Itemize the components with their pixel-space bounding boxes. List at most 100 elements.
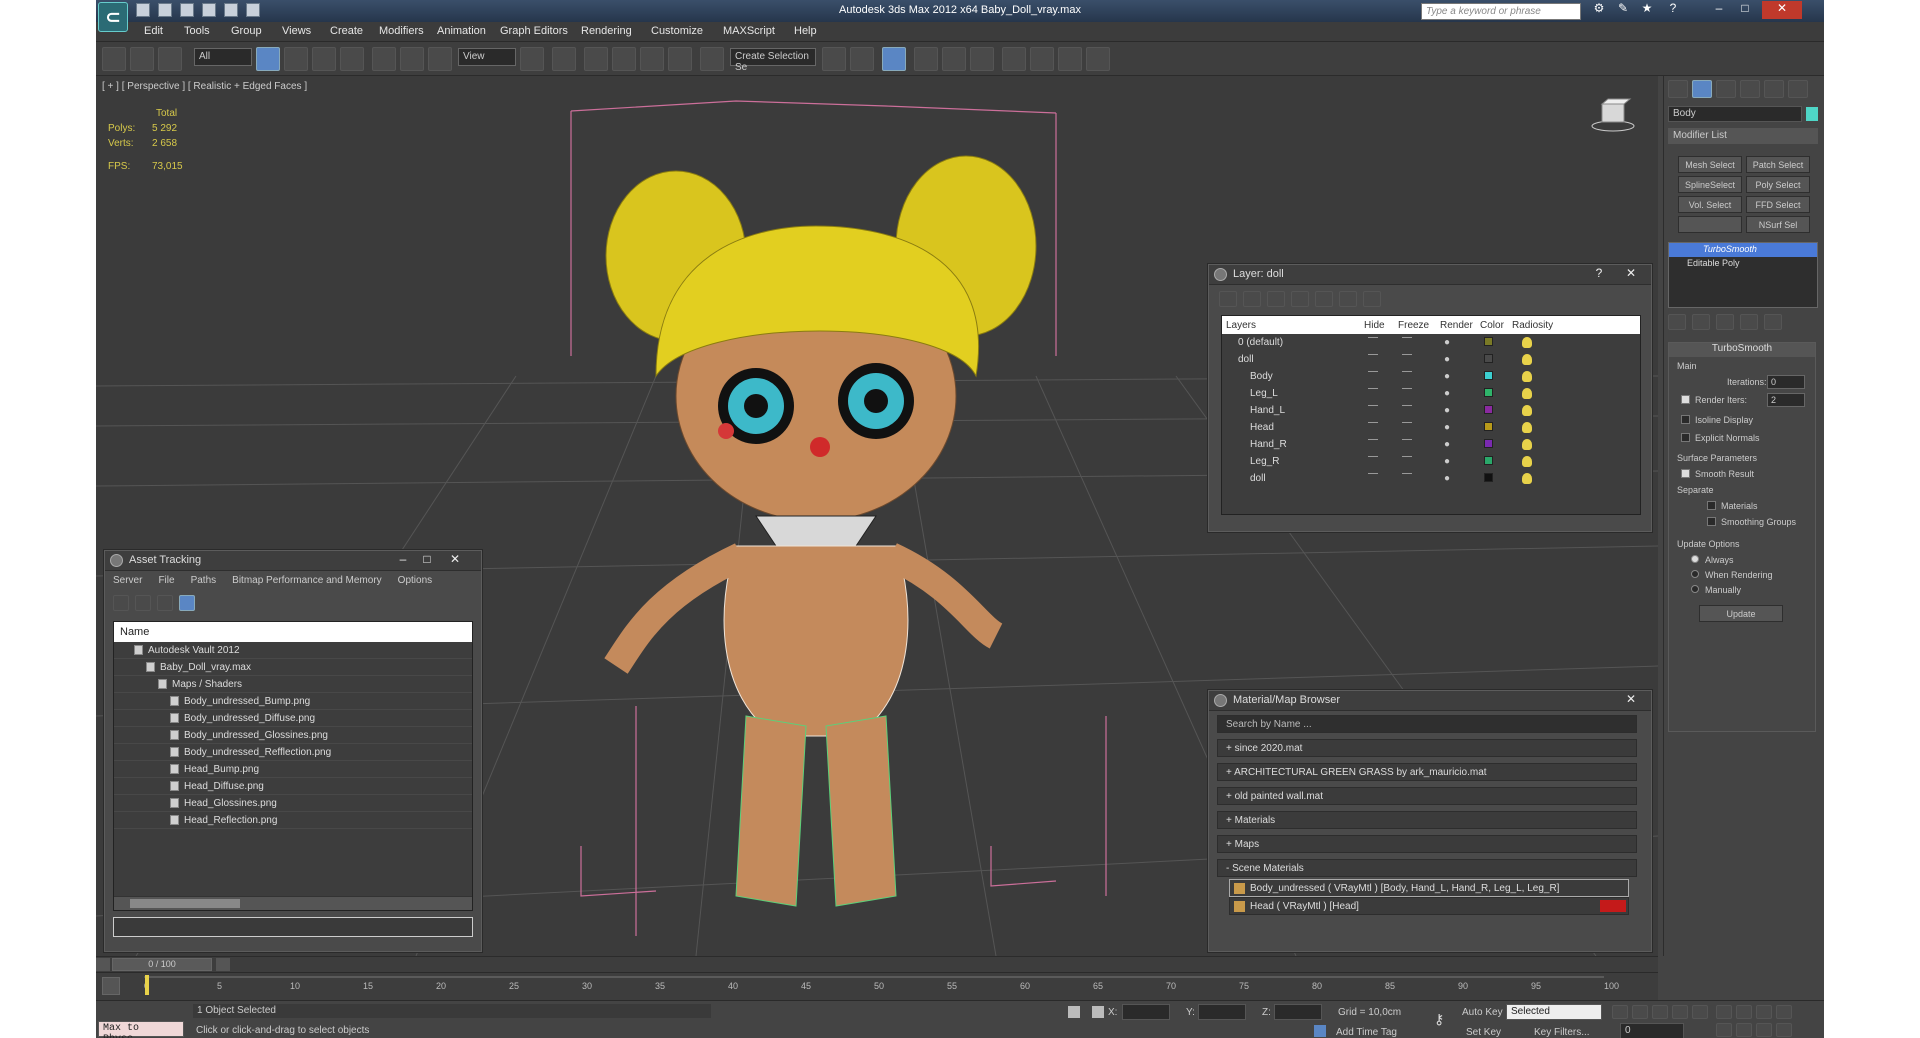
materials-group[interactable]: + Materials [1217, 811, 1637, 829]
motion-tab-icon[interactable] [1740, 80, 1760, 98]
help-icon[interactable]: ? [1589, 266, 1609, 280]
hide-all-icon[interactable] [1339, 291, 1357, 307]
separate-smoothing-checkbox[interactable] [1707, 517, 1716, 526]
layer-color-swatch[interactable] [1484, 354, 1493, 363]
material-library-3[interactable]: + old painted wall.mat [1217, 787, 1637, 805]
menu-edit[interactable]: Edit [144, 25, 163, 37]
radiosity-icon[interactable] [1522, 439, 1532, 450]
asset-row[interactable]: Head_Reflection.png [114, 812, 472, 829]
play-icon[interactable] [1652, 1005, 1668, 1019]
layer-color-swatch[interactable] [1484, 388, 1493, 397]
layer-color-swatch[interactable] [1484, 405, 1493, 414]
time-tag-icon[interactable] [1314, 1025, 1326, 1037]
render-teapot-icon[interactable]: ● [1444, 354, 1450, 365]
bind-space-warp-icon[interactable] [158, 47, 182, 71]
render-teapot-icon[interactable]: ● [1444, 371, 1450, 382]
snaps-toggle-icon[interactable] [584, 47, 608, 71]
asset-menu-paths[interactable]: Paths [191, 575, 217, 586]
col-render[interactable]: Render [1440, 320, 1473, 331]
freeze-toggle[interactable] [1402, 422, 1412, 423]
object-name-field[interactable]: Body [1668, 106, 1802, 122]
select-in-layer-icon[interactable] [1291, 291, 1309, 307]
rotate-icon[interactable] [400, 47, 424, 71]
absolute-mode-icon[interactable] [1092, 1006, 1104, 1018]
render-production-icon[interactable] [1086, 47, 1110, 71]
maps-group[interactable]: + Maps [1217, 835, 1637, 853]
pan-view-icon[interactable] [1736, 1023, 1752, 1037]
hide-toggle[interactable] [1368, 337, 1378, 338]
configure-sets-icon[interactable] [1764, 314, 1782, 330]
empty-modifier-button[interactable] [1678, 216, 1742, 233]
x-coordinate-field[interactable] [1122, 1004, 1170, 1020]
scene-material-body[interactable]: Body_undressed ( VRayMtl ) [Body, Hand_L… [1229, 879, 1629, 897]
menu-modifiers[interactable]: Modifiers [379, 25, 424, 37]
window-crossing-icon[interactable] [340, 47, 364, 71]
scene-materials-group[interactable]: - Scene Materials [1217, 859, 1637, 877]
vol-select-button[interactable]: Vol. Select [1678, 196, 1742, 213]
remove-modifier-icon[interactable] [1740, 314, 1758, 330]
rendered-frame-window-icon[interactable] [1058, 47, 1082, 71]
hide-toggle[interactable] [1368, 405, 1378, 406]
material-library-1[interactable]: + since 2020.mat [1217, 739, 1637, 757]
hide-toggle[interactable] [1368, 422, 1378, 423]
mirror-icon[interactable] [822, 47, 846, 71]
layer-row[interactable]: Leg_R ● [1222, 453, 1640, 470]
freeze-toggle[interactable] [1402, 337, 1412, 338]
scale-icon[interactable] [428, 47, 452, 71]
freeze-all-icon[interactable] [1363, 291, 1381, 307]
asset-row[interactable]: Maps / Shaders [114, 676, 472, 693]
col-freeze[interactable]: Freeze [1398, 320, 1429, 331]
selection-lock-icon[interactable] [1068, 1006, 1080, 1018]
asset-menu-bitmap[interactable]: Bitmap Performance and Memory [232, 575, 382, 586]
freeze-toggle[interactable] [1402, 388, 1412, 389]
refresh-icon[interactable] [113, 595, 129, 611]
hide-toggle[interactable] [1368, 354, 1378, 355]
rectangle-selection-icon[interactable] [312, 47, 336, 71]
orbit-icon[interactable] [1756, 1023, 1772, 1037]
angle-snap-icon[interactable] [612, 47, 636, 71]
select-manipulate-icon[interactable] [552, 47, 576, 71]
layer-row[interactable]: Hand_L ● [1222, 402, 1640, 419]
close-icon[interactable]: ✕ [445, 552, 465, 566]
asset-row[interactable]: Body_undressed_Refflection.png [114, 744, 472, 761]
render-teapot-icon[interactable]: ● [1444, 439, 1450, 450]
list-view-icon[interactable] [135, 595, 151, 611]
layer-color-swatch[interactable] [1484, 439, 1493, 448]
update-button[interactable]: Update [1699, 605, 1783, 622]
go-to-start-icon[interactable] [1612, 1005, 1628, 1019]
menu-tools[interactable]: Tools [184, 25, 210, 37]
display-tab-icon[interactable] [1764, 80, 1784, 98]
explicit-normals-checkbox[interactable] [1681, 433, 1690, 442]
time-slider[interactable]: 0 / 100 [96, 956, 1658, 972]
viewcube-icon[interactable] [1591, 96, 1636, 132]
selection-filter-dropdown[interactable]: All [194, 48, 252, 66]
ffd-select-button[interactable]: FFD Select [1746, 196, 1810, 213]
add-time-tag[interactable]: Add Time Tag [1336, 1027, 1397, 1038]
zoom-all-icon[interactable] [1736, 1005, 1752, 1019]
help-icon[interactable]: ? [1662, 1, 1684, 19]
viewport-label[interactable]: [ + ] [ Perspective ] [ Realistic + Edge… [102, 81, 307, 92]
radiosity-icon[interactable] [1522, 371, 1532, 382]
schematic-view-icon[interactable] [970, 47, 994, 71]
key-selection-dropdown[interactable]: Selected [1506, 1004, 1602, 1020]
info-center-icon[interactable]: ⚙ [1588, 1, 1610, 19]
isoline-display-checkbox[interactable] [1681, 415, 1690, 424]
freeze-toggle[interactable] [1402, 371, 1412, 372]
next-frame-icon[interactable] [216, 958, 230, 971]
previous-frame-icon[interactable] [96, 958, 110, 971]
show-end-result-icon[interactable] [1692, 314, 1710, 330]
close-icon[interactable]: ✕ [1621, 266, 1641, 280]
layer-row[interactable]: doll ● [1222, 470, 1640, 487]
highlight-selected-icon[interactable] [1315, 291, 1333, 307]
update-manually-radio[interactable] [1691, 585, 1699, 593]
maximize-icon[interactable]: □ [1734, 1, 1756, 19]
asset-menu-file[interactable]: File [158, 575, 174, 586]
menu-customize[interactable]: Customize [651, 25, 703, 37]
scene-material-head[interactable]: Head ( VRayMtl ) [Head] [1229, 897, 1629, 915]
menu-maxscript[interactable]: MAXScript [723, 25, 775, 37]
asset-row[interactable]: Body_undressed_Diffuse.png [114, 710, 472, 727]
modifier-list-dropdown[interactable]: Modifier List [1668, 128, 1818, 144]
layer-row[interactable]: 0 (default) ● [1222, 334, 1640, 351]
zoom-extents-icon[interactable] [1756, 1005, 1772, 1019]
utilities-tab-icon[interactable] [1788, 80, 1808, 98]
